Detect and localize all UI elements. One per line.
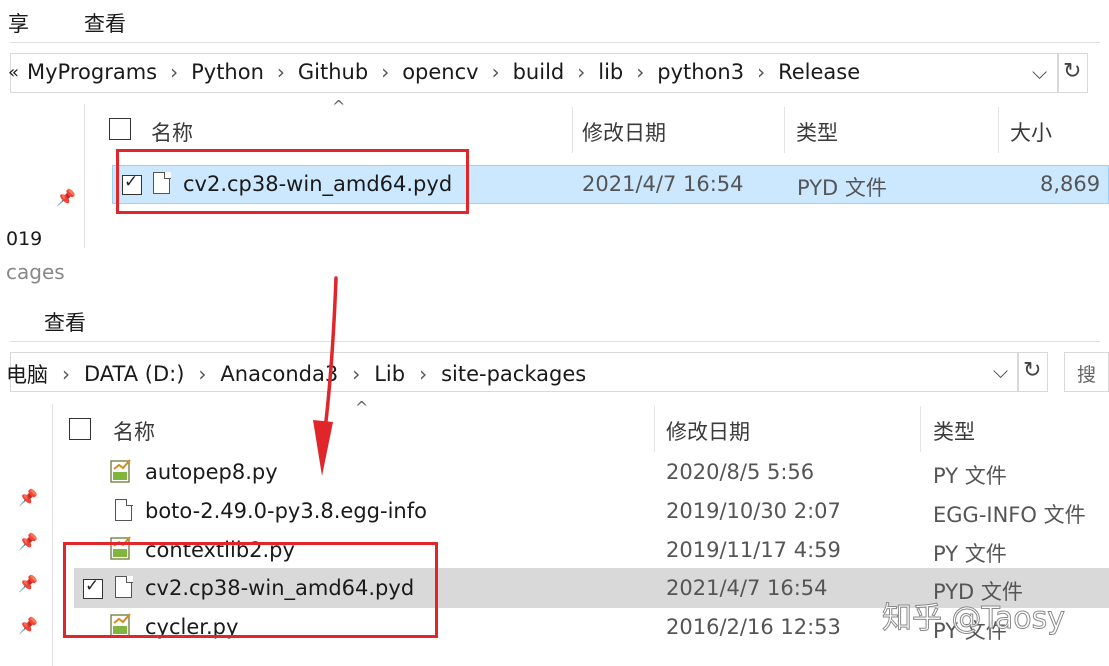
file-date-modified: 2021/4/7 16:54 xyxy=(582,172,744,196)
select-all-checkbox[interactable] xyxy=(109,118,131,140)
chevron-right-icon[interactable]: › xyxy=(636,60,644,84)
column-header-date-modified[interactable]: 修改日期 xyxy=(666,416,750,446)
chevron-right-icon[interactable]: › xyxy=(419,362,427,386)
file-type: PY 文件 xyxy=(933,542,1007,566)
top-explorer-window: 享 查看 « MyPrograms › Python › Github › op… xyxy=(0,0,1109,250)
breadcrumb-item-lib[interactable]: Lib xyxy=(374,362,405,386)
navigation-pane-border xyxy=(84,104,85,248)
file-date-modified: 2020/8/5 5:56 xyxy=(666,460,815,484)
column-header-type[interactable]: 类型 xyxy=(933,416,975,446)
annotation-arrow xyxy=(313,276,338,476)
column-header-date-modified[interactable]: 修改日期 xyxy=(582,117,666,147)
column-divider[interactable] xyxy=(784,107,785,153)
breadcrumb-item-opencv[interactable]: opencv xyxy=(402,60,478,84)
file-type: PYD 文件 xyxy=(797,176,887,200)
column-header-size[interactable]: 大小 xyxy=(1010,117,1052,147)
pin-icon[interactable]: 📌 xyxy=(18,532,38,551)
refresh-button[interactable]: ↻ xyxy=(1058,53,1088,93)
file-name[interactable]: autopep8.py xyxy=(145,460,278,484)
chevron-right-icon[interactable]: › xyxy=(62,362,70,386)
python-file-icon xyxy=(110,459,131,483)
toolbar-share-tab[interactable]: 享 xyxy=(8,8,29,38)
refresh-icon: ↻ xyxy=(1063,59,1082,84)
file-type: EGG-INFO 文件 xyxy=(933,503,1086,527)
chevron-down-icon[interactable]: ⌵ xyxy=(1032,60,1047,84)
refresh-icon: ↻ xyxy=(1023,358,1042,383)
chevron-right-icon[interactable]: › xyxy=(381,60,389,84)
chevron-right-icon[interactable]: › xyxy=(757,60,765,84)
column-divider[interactable] xyxy=(654,406,655,452)
pin-icon[interactable]: 📌 xyxy=(18,574,38,593)
column-divider[interactable] xyxy=(572,107,573,153)
column-header-row: ^ 名称 修改日期 类型 xyxy=(55,398,1109,452)
column-header-row: ^ 名称 修改日期 类型 大小 xyxy=(90,97,1109,153)
bottom-explorer-window: cages 查看 电脑 › DATA (D:) › Anaconda3 › Li… xyxy=(0,248,1109,666)
column-divider[interactable] xyxy=(920,406,921,452)
chevron-right-icon[interactable]: › xyxy=(198,362,206,386)
breadcrumb-item-this-pc[interactable]: 电脑 xyxy=(6,359,48,389)
chevron-right-icon[interactable]: › xyxy=(277,60,285,84)
file-type: PY 文件 xyxy=(933,464,1007,488)
breadcrumb-overflow-icon[interactable]: « xyxy=(8,62,19,83)
breadcrumb-item-release[interactable]: Release xyxy=(778,60,860,84)
chevron-right-icon[interactable]: › xyxy=(170,60,178,84)
file-name[interactable]: boto-2.49.0-py3.8.egg-info xyxy=(145,499,427,523)
breadcrumb-item-python3[interactable]: python3 xyxy=(657,60,744,84)
watermark: 知乎 @Taosy xyxy=(881,601,1066,637)
file-icon xyxy=(115,498,133,521)
file-date-modified: 2021/4/7 16:54 xyxy=(666,576,828,600)
chevron-right-icon[interactable]: › xyxy=(492,60,500,84)
select-all-checkbox[interactable] xyxy=(69,418,91,440)
toolbar-divider xyxy=(10,42,1100,43)
annotation-highlight-box xyxy=(116,149,469,214)
breadcrumb: 电脑 › DATA (D:) › Anaconda3 › Lib › site-… xyxy=(6,359,586,389)
breadcrumb-item-site-packages[interactable]: site-packages xyxy=(441,362,586,386)
window-title-fragment: cages xyxy=(6,260,65,284)
file-size: 8,869 xyxy=(1040,172,1101,196)
breadcrumb-item-lib[interactable]: lib xyxy=(598,60,623,84)
refresh-button[interactable]: ↻ xyxy=(1018,352,1048,392)
chevron-right-icon[interactable]: › xyxy=(577,60,585,84)
search-placeholder: 搜 xyxy=(1077,364,1097,386)
breadcrumb-item-myprograms[interactable]: MyPrograms xyxy=(27,60,157,84)
toolbar-divider xyxy=(10,341,1100,342)
file-date-modified: 2016/2/16 12:53 xyxy=(666,615,841,639)
column-divider[interactable] xyxy=(998,107,999,153)
nav-item-fragment[interactable]: 019 xyxy=(6,228,42,250)
breadcrumb-item-data-drive[interactable]: DATA (D:) xyxy=(84,362,184,386)
pin-icon[interactable]: 📌 xyxy=(18,616,38,635)
toolbar-view-tab[interactable]: 查看 xyxy=(84,8,126,38)
chevron-down-icon[interactable]: ⌵ xyxy=(993,359,1008,383)
breadcrumb: « MyPrograms › Python › Github › opencv … xyxy=(8,60,860,84)
toolbar-view-tab[interactable]: 查看 xyxy=(44,307,86,337)
breadcrumb-item-github[interactable]: Github xyxy=(298,60,368,84)
column-header-name[interactable]: 名称 xyxy=(113,416,155,446)
navigation-pane-border xyxy=(52,404,53,666)
breadcrumb-item-build[interactable]: build xyxy=(513,60,565,84)
file-date-modified: 2019/10/30 2:07 xyxy=(666,499,841,523)
annotation-highlight-box xyxy=(63,542,438,638)
column-header-type[interactable]: 类型 xyxy=(796,117,838,147)
pin-icon[interactable]: 📌 xyxy=(56,188,76,207)
search-box[interactable]: 搜 xyxy=(1064,352,1109,392)
pin-icon[interactable]: 📌 xyxy=(18,488,38,507)
sort-ascending-icon: ^ xyxy=(332,97,346,116)
breadcrumb-item-python[interactable]: Python xyxy=(191,60,264,84)
file-date-modified: 2019/11/17 4:59 xyxy=(666,538,841,562)
column-header-name[interactable]: 名称 xyxy=(151,117,193,147)
